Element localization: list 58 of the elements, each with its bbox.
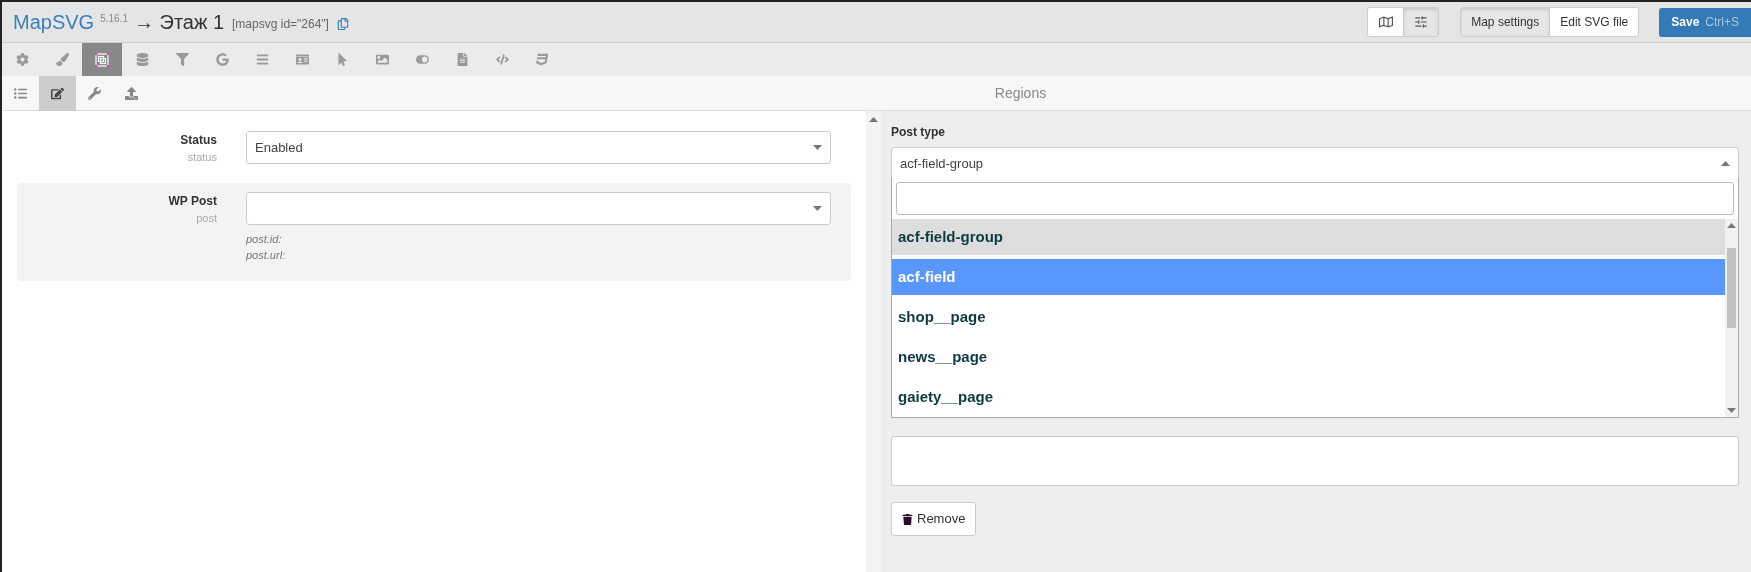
trash-icon [902, 513, 913, 525]
id-card-icon [295, 53, 309, 66]
brush-icon [55, 53, 69, 66]
caret-icon [1727, 223, 1736, 228]
code-icon [495, 53, 509, 66]
save-button[interactable]: Save Ctrl+S [1659, 7, 1751, 37]
status-select[interactable]: Enabled [246, 131, 831, 164]
post-select[interactable] [246, 191, 831, 225]
dropdown-option[interactable]: gaiety__page [892, 379, 1725, 415]
shortcode: [mapsvg id="264"] [232, 15, 329, 33]
toolbar-tab[interactable] [82, 43, 122, 76]
gear-icon [15, 53, 29, 66]
image-icon [375, 53, 389, 66]
caret-icon [869, 117, 878, 122]
menu-icon [255, 53, 269, 66]
field-label: Post type [891, 124, 946, 141]
dropdown-option[interactable]: news__page [892, 339, 1725, 375]
search-field[interactable] [896, 182, 1734, 215]
field-key: post [17, 209, 217, 226]
version-number: 5.16.1 [100, 12, 128, 26]
post-type-select[interactable]: acf-field-group [891, 147, 1739, 180]
copy-icon[interactable] [336, 17, 349, 30]
dropdown-option[interactable]: shop__page [892, 299, 1725, 335]
toggle-icon [415, 53, 429, 66]
panel-tab[interactable] [39, 75, 76, 111]
list-icon [14, 86, 27, 100]
file-icon [455, 53, 469, 66]
caret-icon [1727, 408, 1736, 413]
mode-tab[interactable]: Edit SVG file [1549, 8, 1639, 36]
database-icon [135, 53, 149, 66]
caret-icon [1721, 161, 1730, 166]
view-toggle-button[interactable] [1368, 8, 1404, 36]
edit-icon [51, 86, 64, 100]
caret-icon [813, 145, 822, 150]
sliders-icon [1414, 15, 1429, 29]
map-title: → Этаж 1 [133, 10, 225, 35]
field-key: status [17, 149, 217, 166]
region-icon [94, 51, 110, 68]
wrench-icon [88, 86, 101, 100]
filter-icon [175, 53, 189, 66]
field-label: Status [179, 132, 217, 149]
view-toggle-button[interactable] [1403, 8, 1439, 36]
dropdown-option[interactable]: acf-field-group [892, 219, 1725, 255]
field-hint: post.url: [246, 247, 287, 263]
css-icon [535, 53, 549, 66]
field-hint: post.id: [246, 231, 283, 247]
caret-icon [813, 205, 822, 211]
map-icon [1378, 15, 1393, 29]
pointer-icon [335, 53, 349, 66]
panel-title: Regions [994, 83, 1047, 103]
remove-button[interactable]: Remove [891, 502, 977, 536]
help-field[interactable] [891, 436, 1739, 486]
app-name: MapSVG [13, 10, 95, 35]
field-label: WP Post [167, 192, 217, 210]
scrollbar[interactable] [1725, 219, 1738, 417]
upload-icon [125, 86, 138, 100]
mode-tab[interactable]: Map settings [1461, 8, 1550, 36]
g-icon [215, 53, 229, 66]
